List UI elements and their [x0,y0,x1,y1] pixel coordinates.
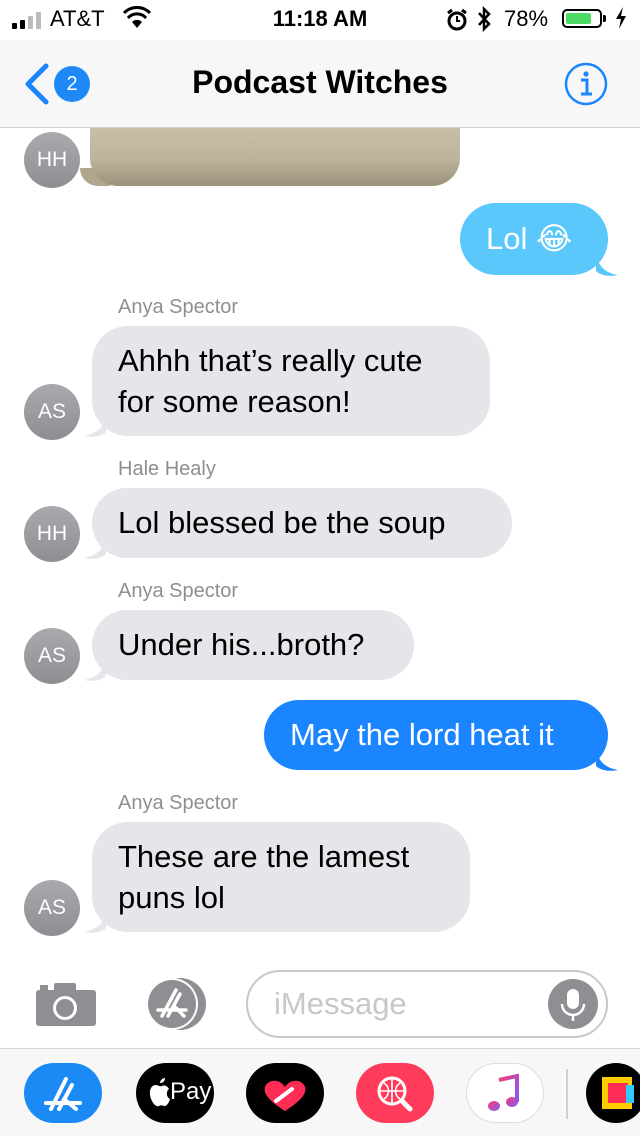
drawer-separator [566,1069,568,1119]
bubble-tail [596,253,618,276]
bubble-tail [84,536,106,559]
camera-icon[interactable] [34,980,98,1033]
sender-name: Anya Spector [118,296,239,318]
message-list[interactable]: HH Lol 😂 Anya Spector Ahhh that’s really… [0,128,640,958]
compose-bar: iMessage [0,958,640,1048]
apple-pay-label: Pay [170,1078,212,1105]
charging-bolt-icon [614,6,628,35]
sticker-app-icon[interactable] [586,1063,640,1123]
app-store-app-icon[interactable] [24,1063,102,1123]
avatar[interactable]: AS [24,880,80,936]
info-icon[interactable] [564,62,608,106]
avatar[interactable]: HH [24,132,80,188]
message-text: These are the lamest [118,839,410,874]
bubble-tail [596,748,618,771]
message-text: Ahhh that’s really cute [118,343,423,378]
incoming-message-bubble[interactable]: Lol blessed be the soup [92,488,512,558]
avatar[interactable]: AS [24,628,80,684]
message-text: Lol blessed be the soup [118,505,446,540]
battery-nub [603,15,606,22]
nav-bar: 2 Podcast Witches [0,40,640,128]
bubble-tail [84,910,106,933]
battery-percentage: 78% [504,6,549,31]
microphone-icon[interactable] [548,979,598,1029]
incoming-message-bubble[interactable]: Ahhh that’s really cute for some reason! [92,326,490,436]
message-text: Lol 😂 [486,221,573,256]
sender-name: Hale Healy [118,458,216,480]
outgoing-message-bubble[interactable]: May the lord heat it [264,700,608,770]
avatar[interactable]: HH [24,506,80,562]
status-bar: AT&T 11:18 AM 78% [0,0,640,40]
music-app-icon[interactable] [466,1063,544,1123]
sender-name: Anya Spector [118,792,239,814]
message-input[interactable]: iMessage [246,970,608,1038]
battery-icon [562,9,602,28]
message-text: puns lol [118,880,225,915]
photo-message[interactable] [90,128,460,186]
incoming-message-bubble[interactable]: Under his...broth? [92,610,414,680]
digital-touch-app-icon[interactable] [246,1063,324,1123]
app-store-icon[interactable] [140,976,212,1037]
imessage-app-drawer: Pay [0,1048,640,1136]
apple-pay-app-icon[interactable]: Pay [136,1063,214,1123]
outgoing-message-bubble[interactable]: Lol 😂 [460,203,608,275]
message-text: May the lord heat it [290,717,554,752]
incoming-message-bubble[interactable]: These are the lamest puns lol [92,822,470,932]
message-text: Under his...broth? [118,627,365,662]
message-text: for some reason! [118,384,351,419]
conversation-title[interactable]: Podcast Witches [0,64,640,101]
alarm-icon [446,8,468,37]
bubble-tail [84,658,106,681]
bubble-tail [84,414,106,437]
sender-name: Anya Spector [118,580,239,602]
images-search-app-icon[interactable] [356,1063,434,1123]
bluetooth-icon [476,5,492,37]
message-placeholder: iMessage [274,986,407,1021]
avatar[interactable]: AS [24,384,80,440]
